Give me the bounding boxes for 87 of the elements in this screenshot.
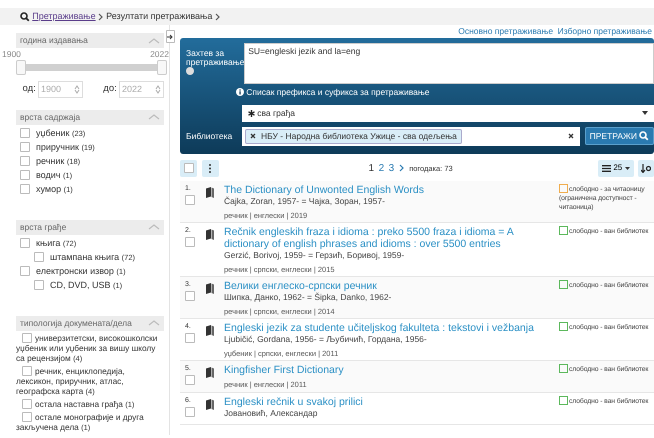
chevron-up-icon[interactable] <box>148 319 160 328</box>
book-icon <box>206 366 214 378</box>
checkbox[interactable] <box>20 128 30 138</box>
info-link[interactable]: Списак префикса и суфикса за претраживање <box>246 86 430 99</box>
field-label: од: <box>22 82 36 96</box>
query-field[interactable]: SU=engleski jezik and la=eng <box>244 43 654 84</box>
chevron-up-icon[interactable] <box>148 36 160 44</box>
filter-title: врста садржаја <box>20 110 80 124</box>
page-link[interactable]: 1 <box>368 160 374 176</box>
result-title-link[interactable]: Engleski rečnik u svakoj prilici <box>224 396 554 408</box>
checkbox[interactable] <box>20 170 30 180</box>
checkbox[interactable] <box>185 333 195 344</box>
breadcrumb-link[interactable]: Претраживање <box>32 10 96 24</box>
chevron-right-icon <box>98 12 104 20</box>
checkbox[interactable] <box>20 238 30 248</box>
search-icon <box>20 12 30 22</box>
filter-header[interactable]: врста садржаја <box>16 110 164 125</box>
checkbox[interactable] <box>20 184 30 194</box>
field-label: до: <box>103 82 117 96</box>
slider-min-label: 1900 <box>2 48 21 61</box>
checkbox[interactable] <box>20 142 30 152</box>
slider-handle[interactable] <box>157 60 167 75</box>
checkbox[interactable] <box>34 280 44 290</box>
filter-header[interactable]: типологија докумената/дела <box>16 316 164 331</box>
spinner-icon <box>74 84 80 94</box>
result-title-link[interactable]: Engleski jezik za studente učiteljskog fakulteta : tekstovi i vežbanja <box>224 322 554 334</box>
checkbox[interactable] <box>20 266 30 276</box>
chevron-up-icon[interactable] <box>148 223 160 232</box>
chevron-right-icon <box>214 12 221 20</box>
page-link[interactable]: 3 <box>388 160 394 176</box>
page-link[interactable]: 2 <box>378 160 384 176</box>
info-icon <box>236 88 244 96</box>
search-mode-link[interactable]: Изборно претраживање <box>558 26 652 36</box>
chevron-up-icon[interactable] <box>148 113 160 122</box>
query-label: Захтев за претраживање <box>186 49 242 67</box>
search-icon <box>639 131 649 142</box>
slider-handle[interactable] <box>16 60 26 75</box>
breadcrumb-item: Резултати претраживања <box>106 10 212 23</box>
remove-icon[interactable] <box>250 133 256 140</box>
checkbox[interactable] <box>185 237 195 248</box>
material-value: сва грађа <box>257 106 296 120</box>
library-field[interactable]: НБУ - Народна библиотека Ужице - сва одељења <box>242 126 580 146</box>
book-icon <box>206 186 214 198</box>
checkbox[interactable] <box>185 195 195 206</box>
result-author: Шипка, Данко, 1962- = Šipka, Danko, 1962- <box>224 292 392 303</box>
book-icon <box>206 228 214 240</box>
search-button[interactable]: ПРЕТРАЖИ <box>584 127 654 146</box>
checkbox[interactable] <box>185 407 195 418</box>
filter-title: типологија докумената/дела <box>20 316 132 330</box>
checkbox[interactable] <box>22 332 32 343</box>
filter-header[interactable]: година издавања <box>16 33 164 48</box>
material-select[interactable]: сва грађа <box>242 104 654 122</box>
caret-down-icon <box>642 111 648 116</box>
sort-button[interactable] <box>638 160 654 177</box>
result-author: Čajka, Zoran, 1957- = Чајка, Зоран, 1957- <box>224 196 386 207</box>
filter-title: врста грађе <box>20 220 66 234</box>
checkbox[interactable] <box>185 375 195 386</box>
checkbox[interactable] <box>185 291 195 302</box>
checkbox[interactable] <box>22 398 32 409</box>
asterisk-icon <box>248 110 255 117</box>
clear-icon[interactable] <box>568 133 574 140</box>
select-all-button[interactable] <box>180 160 197 177</box>
checkbox[interactable] <box>22 412 32 422</box>
list-icon <box>602 164 612 172</box>
checkbox[interactable] <box>22 366 32 376</box>
filter-header[interactable]: врста грађе <box>16 220 164 235</box>
library-label: Библиотека <box>186 130 234 143</box>
spinner-icon <box>155 84 161 94</box>
page-size-button[interactable]: 25 <box>598 160 634 177</box>
filter-title: година издавања <box>20 34 88 47</box>
chevron-right-icon[interactable] <box>398 164 405 172</box>
sort-icon <box>641 164 651 173</box>
book-icon <box>206 282 214 294</box>
more-options-button[interactable] <box>202 160 218 177</box>
collapse-sidebar-button[interactable] <box>166 30 175 43</box>
slider-max-label: 2022 <box>150 48 169 61</box>
checkbox[interactable] <box>34 252 44 262</box>
caret-down-icon <box>624 166 630 170</box>
result-author: Јовановић, Александар <box>224 408 319 419</box>
result-title-link[interactable]: Rečnik engleskih fraza i idioma : preko 5500 fraza i idioma = A dictionary of english phrases and idioms : over 5500 entries <box>224 226 554 250</box>
arrow-right-icon <box>167 34 174 40</box>
book-icon <box>206 324 214 336</box>
search-mode-link[interactable]: Основно претраживање <box>458 26 554 36</box>
book-icon <box>206 398 214 410</box>
result-author: Ljubičić, Gordana, 1956- = Љубичић, Гордана, 1956- <box>224 334 428 345</box>
checkbox[interactable] <box>20 156 30 166</box>
result-author: Gerzić, Borivoj, 1959- = Герзић, Боривој, 1959- <box>224 250 406 261</box>
